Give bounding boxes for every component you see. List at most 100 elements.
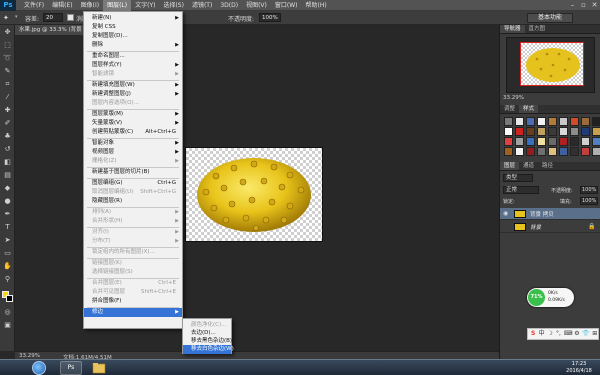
navigator-zoom[interactable]: 33.29% (503, 95, 524, 101)
eye-icon[interactable] (503, 224, 509, 230)
style-swatch[interactable] (504, 127, 513, 136)
style-swatch[interactable] (515, 137, 524, 146)
style-swatch[interactable] (559, 117, 568, 126)
style-swatch[interactable] (515, 117, 524, 126)
style-swatch[interactable] (592, 127, 600, 136)
close-button[interactable]: ✕ (589, 0, 600, 11)
history-brush-tool-icon[interactable]: ↺ (2, 145, 13, 154)
menu-item[interactable]: 合并形状(H) ▶ (84, 217, 182, 226)
eye-icon[interactable]: ◉ (503, 211, 509, 217)
style-swatch[interactable] (581, 137, 590, 146)
workspace-select[interactable]: 基本功能 (527, 13, 573, 23)
menu-5[interactable]: 选择(S) (159, 0, 188, 11)
hand-tool-icon[interactable]: ✋ (2, 262, 13, 271)
menu-3[interactable]: 图层(L) (103, 0, 132, 11)
maximize-button[interactable]: ▫ (578, 0, 589, 11)
style-swatch[interactable] (570, 137, 579, 146)
menu-9[interactable]: 窗口(W) (271, 0, 302, 11)
style-swatch[interactable] (526, 127, 535, 136)
menu-item[interactable]: 合并可见图层 Shift+Ctrl+E (84, 288, 182, 297)
menu-item[interactable]: 智能滤镜 ▶ (84, 70, 182, 79)
tolerance-input[interactable]: 20 (43, 13, 63, 22)
layer-row[interactable]: 背景 🔒 (500, 221, 600, 233)
minimize-button[interactable]: – (567, 0, 578, 11)
style-swatch[interactable] (504, 137, 513, 146)
menu-item[interactable]: 复制 CSS (84, 23, 182, 32)
image-canvas[interactable] (185, 147, 323, 242)
style-swatch[interactable] (537, 117, 546, 126)
menu-item[interactable]: 图层编组(G) Ctrl+G (84, 179, 182, 188)
lasso-tool-icon[interactable]: ➰ (2, 54, 13, 63)
menu-item[interactable]: 合并图层(E) Ctrl+E (84, 279, 182, 288)
menu-item[interactable]: 分布(T) ▶ (84, 237, 182, 246)
menu-item[interactable]: 取消图层编组(U) Shift+Ctrl+G (84, 188, 182, 197)
menu-item[interactable]: 选择链接图层(S) (84, 268, 182, 277)
menu-item[interactable]: 新建调整图层(J) ▶ (84, 90, 182, 99)
menu-item[interactable]: 删除 ▶ (84, 41, 182, 50)
style-swatch[interactable] (548, 117, 557, 126)
taskbar-app-photoshop[interactable]: Ps (60, 361, 82, 375)
menu-item[interactable]: 创建剪贴蒙版(C) Alt+Ctrl+G (84, 128, 182, 137)
menu-1[interactable]: 编辑(E) (48, 0, 76, 11)
gradient-tool-icon[interactable]: ▤ (2, 171, 13, 180)
move-tool-icon[interactable]: ✥ (2, 28, 13, 37)
layer-name[interactable]: 背景 拷贝 (530, 210, 554, 218)
brush-tool-icon[interactable]: ✐ (2, 119, 13, 128)
layer-name[interactable]: 背景 (530, 223, 541, 231)
style-swatch[interactable] (570, 117, 579, 126)
style-swatch[interactable] (581, 147, 590, 156)
chevron-down-icon[interactable]: ▾ (15, 14, 20, 22)
pen-tool-icon[interactable]: ✒ (2, 210, 13, 219)
tab-histogram[interactable]: 直方图 (525, 25, 550, 33)
menu-item[interactable]: 隐藏图层(R) (84, 197, 182, 206)
style-swatch[interactable] (581, 127, 590, 136)
zoom-tool-icon[interactable]: ⚲ (2, 275, 13, 284)
menu-10[interactable]: 帮助(H) (302, 0, 331, 11)
ime-icon[interactable]: 中 (538, 330, 545, 338)
menu-item[interactable]: 图层内容选项(O)... (84, 99, 182, 108)
tab-styles[interactable]: 样式 (519, 105, 539, 113)
navigator-thumbnail[interactable] (520, 42, 584, 86)
style-swatch[interactable] (559, 137, 568, 146)
layer-row[interactable]: ◉ 背景 拷贝 (500, 208, 600, 220)
layer-opacity-input[interactable]: 100% (580, 186, 598, 194)
style-swatch[interactable] (592, 137, 600, 146)
menu-0[interactable]: 文件(F) (20, 0, 48, 11)
quick-mask-icon[interactable]: ◎ (2, 308, 13, 317)
ime-icon[interactable]: ☽ (547, 330, 553, 338)
ime-icon[interactable]: ⊞ (592, 330, 598, 338)
menu-item[interactable]: 新建基于图层的切片(B) (84, 168, 182, 177)
tab-adjustments[interactable]: 调整 (500, 105, 519, 113)
style-swatch[interactable] (504, 117, 513, 126)
clone-stamp-tool-icon[interactable]: ♣ (2, 132, 13, 141)
style-swatch[interactable] (559, 127, 568, 136)
ime-icon[interactable]: ⌨ (564, 330, 573, 338)
layer-kind-filter[interactable]: 类型 (503, 174, 533, 182)
menu-2[interactable]: 图像(I) (77, 0, 103, 11)
style-swatch[interactable] (537, 147, 546, 156)
style-swatch[interactable] (548, 147, 557, 156)
menu-item[interactable]: 排列(A) ▶ (84, 208, 182, 217)
style-swatch[interactable] (570, 147, 579, 156)
menu-item[interactable]: 图层蒙版(M) ▶ (84, 110, 182, 119)
style-swatch[interactable] (526, 137, 535, 146)
menu-item[interactable]: 矢量蒙版(V) ▶ (84, 119, 182, 128)
menu-item[interactable]: 锁定组内的所有图层(X)... (84, 248, 182, 257)
menu-8[interactable]: 视图(V) (242, 0, 271, 11)
style-swatch[interactable] (570, 127, 579, 136)
crop-tool-icon[interactable]: ⌗ (2, 80, 13, 89)
magic-eraser-icon[interactable]: ✦ (3, 13, 13, 23)
menu-4[interactable]: 文字(Y) (131, 0, 159, 11)
menu-item[interactable]: 复制图层(D)... (84, 32, 182, 41)
rectangle-tool-icon[interactable]: ▭ (2, 249, 13, 258)
tab-navigator[interactable]: 导航器 (500, 25, 525, 33)
style-swatch[interactable] (515, 127, 524, 136)
menu-item[interactable]: 栅格化(Z) ▶ (84, 157, 182, 166)
ime-icon[interactable]: ⚙ (574, 330, 580, 338)
style-swatch[interactable] (581, 117, 590, 126)
eraser-tool-icon[interactable]: ◧ (2, 158, 13, 167)
style-swatch[interactable] (537, 127, 546, 136)
blend-mode-select[interactable]: 正常 (503, 186, 539, 194)
menu-item[interactable]: 新建(N) ▶ (84, 14, 182, 23)
menu-item[interactable]: 对齐(I) ▶ (84, 228, 182, 237)
